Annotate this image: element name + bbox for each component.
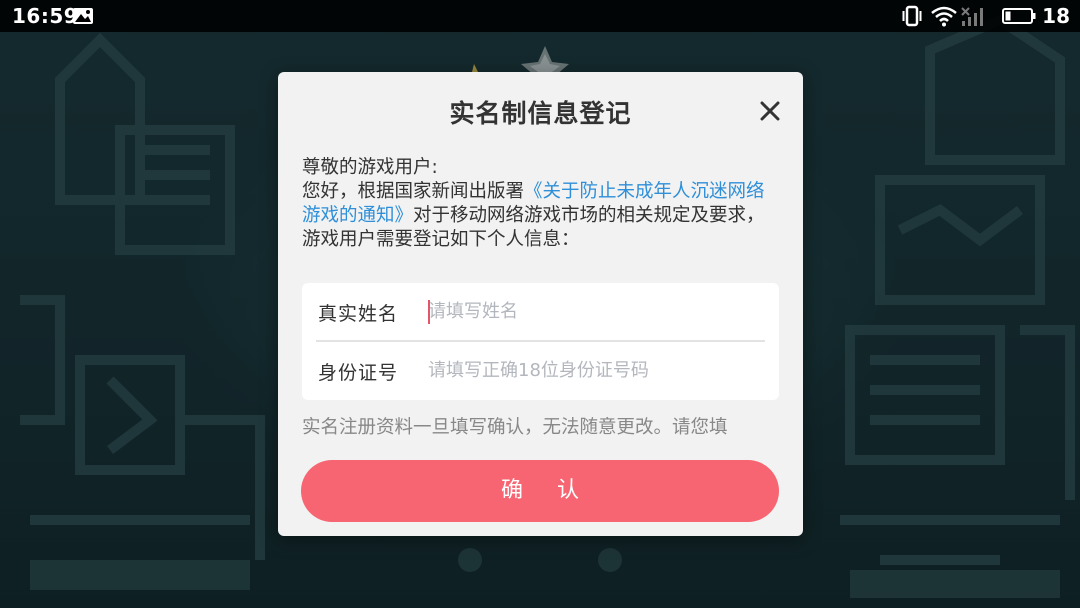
battery-level: 18 bbox=[1042, 4, 1070, 28]
id-number-input[interactable] bbox=[428, 354, 758, 386]
signal-icon bbox=[960, 5, 988, 31]
dialog-title: 实名制信息登记 bbox=[449, 99, 632, 128]
confirm-button[interactable]: 确认 bbox=[301, 460, 779, 522]
name-input[interactable] bbox=[428, 295, 758, 327]
wifi-icon bbox=[930, 5, 958, 31]
notice-body: 您好，根据国家新闻出版署《关于防止未成年人沉迷网络游戏的通知》对于移动网络游戏市… bbox=[302, 180, 782, 252]
notice-text: 尊敬的游戏用户: 您好，根据国家新闻出版署《关于防止未成年人沉迷网络游戏的通知》… bbox=[302, 156, 782, 252]
status-bar: 16:59 18 bbox=[0, 0, 1080, 32]
vibrate-icon bbox=[902, 5, 922, 31]
name-row: 真实姓名 bbox=[302, 283, 779, 341]
notice-prefix: 您好，根据国家新闻出版署 bbox=[302, 181, 525, 202]
image-icon bbox=[72, 7, 94, 29]
greeting-text: 尊敬的游戏用户: bbox=[302, 157, 438, 178]
warning-text: 实名注册资料一旦填写确认，无法随意更改。请您填 bbox=[302, 417, 728, 438]
id-row: 身份证号 bbox=[302, 342, 779, 400]
id-number-label: 身份证号 bbox=[318, 362, 399, 384]
status-time: 16:59 bbox=[12, 4, 79, 28]
identity-form: 真实姓名 身份证号 bbox=[302, 283, 779, 400]
text-caret bbox=[428, 300, 430, 324]
scroll-fade bbox=[302, 442, 782, 458]
name-label: 真实姓名 bbox=[318, 303, 399, 325]
close-icon bbox=[760, 101, 780, 121]
real-name-registration-dialog: 实名制信息登记 尊敬的游戏用户: 您好，根据国家新闻出版署《关于防止未成年人沉迷… bbox=[278, 72, 803, 536]
battery-icon bbox=[1002, 7, 1036, 29]
close-button[interactable] bbox=[757, 98, 783, 124]
